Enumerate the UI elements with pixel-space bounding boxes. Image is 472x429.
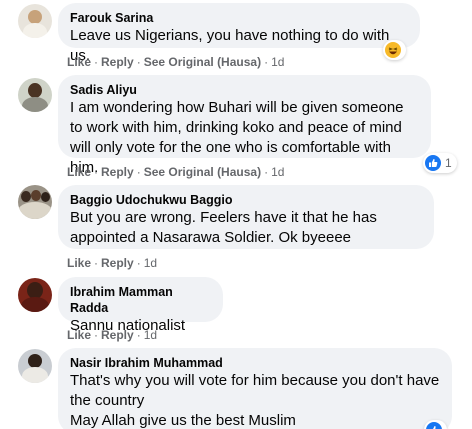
comment-text: But you are wrong. Feelers have it that … <box>70 209 377 246</box>
comment-bubble: Farouk Sarina Leave us Nigerians, you ha… <box>58 3 420 64</box>
avatar[interactable] <box>18 78 52 112</box>
comment-item: Nasir Ibrahim Muhammad That's why you wi… <box>0 342 472 429</box>
reply-link[interactable]: Reply <box>101 328 134 342</box>
see-original-link[interactable]: See Original (Hausa) <box>144 55 261 69</box>
timestamp[interactable]: 1d <box>144 328 157 342</box>
comment-actions: Like · Reply · See Original (Hausa) · 1d <box>67 55 285 69</box>
comment-item: Sadis Aliyu I am wondering how Buhari wi… <box>0 74 472 182</box>
comment-author[interactable]: Nasir Ibrahim Muhammad <box>70 355 440 371</box>
timestamp[interactable]: 1d <box>271 165 284 179</box>
timestamp[interactable]: 1d <box>144 256 157 270</box>
like-link[interactable]: Like <box>67 165 91 179</box>
comment-author[interactable]: Sadis Aliyu <box>70 82 419 98</box>
comment-author[interactable]: Ibrahim Mamman Radda <box>70 284 211 316</box>
comment-text: May Allah give us the best Muslim <box>70 412 296 429</box>
like-link[interactable]: Like <box>67 55 91 69</box>
comment-bubble: Sadis Aliyu I am wondering how Buhari wi… <box>58 75 431 176</box>
comment-author[interactable]: Farouk Sarina <box>70 10 408 26</box>
comment-item: Baggio Udochukwu Baggio But you are wron… <box>0 182 472 270</box>
avatar[interactable] <box>18 185 52 219</box>
haha-emoji-icon <box>385 42 401 58</box>
reaction-badge[interactable]: 1 <box>423 153 457 173</box>
reply-link[interactable]: Reply <box>101 165 134 179</box>
avatar[interactable] <box>18 278 52 312</box>
comment-bubble: Nasir Ibrahim Muhammad That's why you wi… <box>58 348 452 429</box>
avatar[interactable] <box>18 4 52 38</box>
comment-item: Farouk Sarina Leave us Nigerians, you ha… <box>0 0 472 74</box>
reply-link[interactable]: Reply <box>101 55 134 69</box>
comment-bubble: Baggio Udochukwu Baggio But you are wron… <box>58 185 434 249</box>
timestamp[interactable]: 1d <box>271 55 284 69</box>
like-link[interactable]: Like <box>67 256 91 270</box>
comment-actions: Like · Reply · 1d <box>67 256 158 270</box>
reaction-badge[interactable] <box>383 40 406 60</box>
comment-actions: Like · Reply · 1d <box>67 328 158 342</box>
reply-link[interactable]: Reply <box>101 256 134 270</box>
comment-actions: Like · Reply · See Original (Hausa) · 1d <box>67 165 285 179</box>
comment-text: That's why you will vote for him because… <box>70 372 440 409</box>
comment-bubble: Ibrahim Mamman Radda Sannu nationalist <box>58 277 223 334</box>
comment-author[interactable]: Baggio Udochukwu Baggio <box>70 192 422 208</box>
avatar[interactable] <box>18 349 52 383</box>
reaction-count: 1 <box>445 156 452 170</box>
like-link[interactable]: Like <box>67 328 91 342</box>
comment-item: Ibrahim Mamman Radda Sannu nationalist L… <box>0 270 472 342</box>
like-thumb-icon <box>425 155 441 171</box>
like-thumb-icon <box>426 422 442 429</box>
see-original-link[interactable]: See Original (Hausa) <box>144 165 261 179</box>
